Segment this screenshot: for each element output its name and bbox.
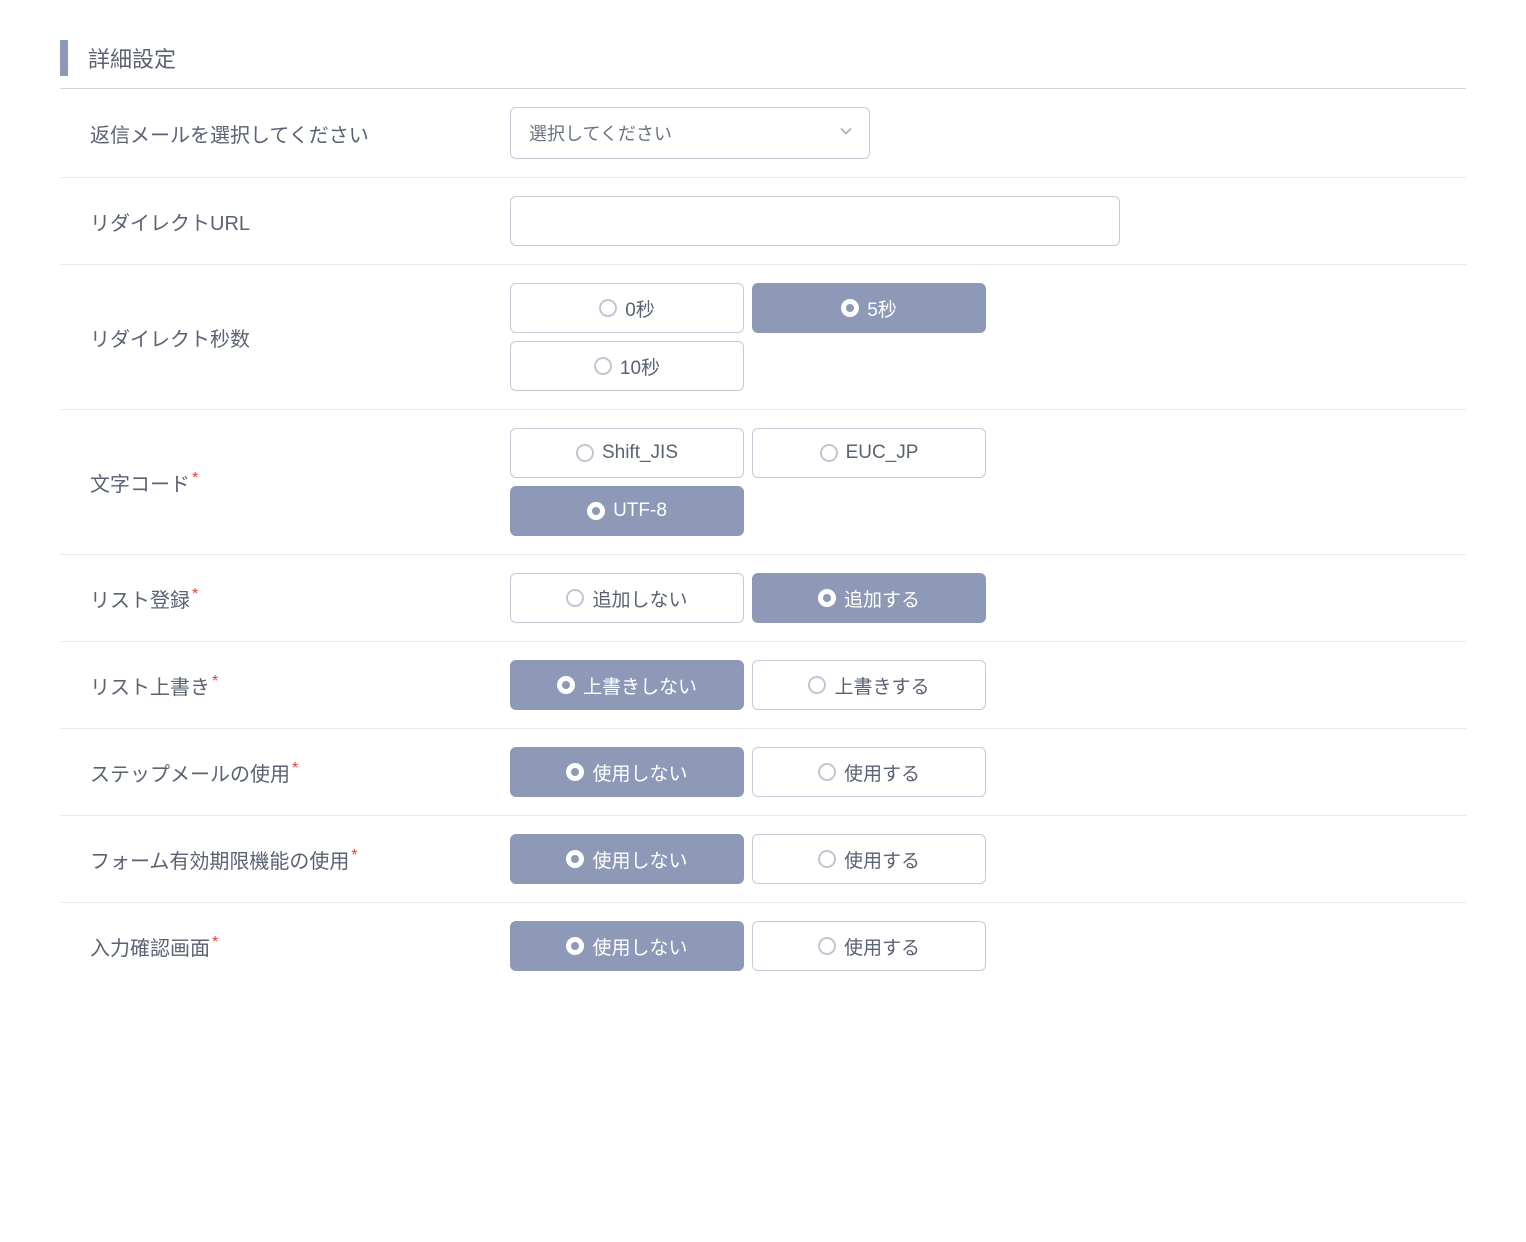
radio-charset-eucjp[interactable]: EUC_JP bbox=[752, 428, 986, 478]
radio-circle-icon bbox=[566, 937, 584, 955]
row-redirect-url: リダイレクトURL bbox=[60, 178, 1466, 265]
control-list-overwrite: 上書きしない 上書きする bbox=[510, 660, 1466, 710]
radio-label: 0秒 bbox=[625, 295, 655, 322]
label-list-register: リスト登録* bbox=[90, 584, 510, 613]
radio-form-expiry-yes[interactable]: 使用する bbox=[752, 834, 986, 884]
radio-label: 使用しない bbox=[592, 759, 687, 786]
required-mark: * bbox=[192, 470, 198, 487]
radio-group-list-overwrite: 上書きしない 上書きする bbox=[510, 660, 1010, 710]
radio-circle-icon bbox=[818, 937, 836, 955]
input-redirect-url[interactable] bbox=[510, 196, 1120, 246]
label-list-overwrite: リスト上書き* bbox=[90, 671, 510, 700]
radio-label: 使用する bbox=[844, 759, 920, 786]
control-list-register: 追加しない 追加する bbox=[510, 573, 1466, 623]
radio-group-redirect-seconds: 0秒 5秒 10秒 bbox=[510, 283, 1010, 391]
radio-group-charset: Shift_JIS EUC_JP UTF-8 bbox=[510, 428, 1010, 536]
label-input-confirm: 入力確認画面* bbox=[90, 932, 510, 961]
radio-group-list-register: 追加しない 追加する bbox=[510, 573, 1010, 623]
label-charset: 文字コード* bbox=[90, 468, 510, 497]
radio-circle-icon bbox=[808, 676, 826, 694]
radio-label: 上書きする bbox=[834, 672, 929, 699]
radio-circle-icon bbox=[818, 763, 836, 781]
select-reply-mail-placeholder: 選択してください bbox=[529, 120, 672, 146]
radio-label: UTF-8 bbox=[613, 500, 667, 522]
radio-label: 使用する bbox=[844, 846, 920, 873]
required-mark: * bbox=[212, 934, 218, 951]
section-header: 詳細設定 bbox=[60, 40, 1466, 89]
required-mark: * bbox=[351, 847, 357, 864]
label-redirect-url: リダイレクトURL bbox=[90, 207, 510, 236]
radio-circle-icon bbox=[820, 444, 838, 462]
radio-form-expiry-no[interactable]: 使用しない bbox=[510, 834, 744, 884]
control-step-mail: 使用しない 使用する bbox=[510, 747, 1466, 797]
radio-step-mail-yes[interactable]: 使用する bbox=[752, 747, 986, 797]
radio-step-mail-no[interactable]: 使用しない bbox=[510, 747, 744, 797]
label-reply-mail: 返信メールを選択してください bbox=[90, 119, 510, 148]
radio-circle-icon bbox=[599, 299, 617, 317]
row-list-overwrite: リスト上書き* 上書きしない 上書きする bbox=[60, 642, 1466, 729]
control-redirect-url bbox=[510, 196, 1466, 246]
radio-group-form-expiry: 使用しない 使用する bbox=[510, 834, 1010, 884]
radio-label: 上書きしない bbox=[583, 672, 697, 699]
control-form-expiry: 使用しない 使用する bbox=[510, 834, 1466, 884]
radio-label: 5秒 bbox=[867, 295, 897, 322]
control-reply-mail: 選択してください bbox=[510, 107, 1466, 159]
radio-circle-icon bbox=[818, 589, 836, 607]
select-reply-mail-wrapper: 選択してください bbox=[510, 107, 870, 159]
label-redirect-seconds: リダイレクト秒数 bbox=[90, 323, 510, 352]
radio-label: 使用する bbox=[844, 933, 920, 960]
row-reply-mail: 返信メールを選択してください 選択してください bbox=[60, 89, 1466, 178]
radio-circle-icon bbox=[566, 763, 584, 781]
radio-circle-icon bbox=[576, 444, 594, 462]
radio-list-overwrite-no[interactable]: 上書きしない bbox=[510, 660, 744, 710]
section-title: 詳細設定 bbox=[88, 42, 176, 74]
radio-circle-icon bbox=[566, 589, 584, 607]
required-mark: * bbox=[292, 760, 298, 777]
radio-list-overwrite-yes[interactable]: 上書きする bbox=[752, 660, 986, 710]
radio-group-step-mail: 使用しない 使用する bbox=[510, 747, 1010, 797]
radio-label: 使用しない bbox=[592, 933, 687, 960]
section-accent-bar bbox=[60, 40, 68, 76]
label-form-expiry: フォーム有効期限機能の使用* bbox=[90, 845, 510, 874]
radio-input-confirm-yes[interactable]: 使用する bbox=[752, 921, 986, 971]
radio-circle-icon bbox=[557, 676, 575, 694]
row-redirect-seconds: リダイレクト秒数 0秒 5秒 10秒 bbox=[60, 265, 1466, 410]
row-charset: 文字コード* Shift_JIS EUC_JP UTF-8 bbox=[60, 410, 1466, 555]
row-list-register: リスト登録* 追加しない 追加する bbox=[60, 555, 1466, 642]
radio-redirect-5s[interactable]: 5秒 bbox=[752, 283, 986, 333]
radio-label: Shift_JIS bbox=[602, 442, 678, 464]
radio-label: EUC_JP bbox=[846, 442, 919, 464]
row-step-mail: ステップメールの使用* 使用しない 使用する bbox=[60, 729, 1466, 816]
radio-circle-icon bbox=[594, 357, 612, 375]
label-step-mail: ステップメールの使用* bbox=[90, 758, 510, 787]
row-input-confirm: 入力確認画面* 使用しない 使用する bbox=[60, 903, 1466, 989]
radio-list-register-no[interactable]: 追加しない bbox=[510, 573, 744, 623]
radio-circle-icon bbox=[566, 850, 584, 868]
control-input-confirm: 使用しない 使用する bbox=[510, 921, 1466, 971]
radio-label: 追加する bbox=[844, 585, 920, 612]
radio-label: 追加しない bbox=[592, 585, 687, 612]
radio-redirect-0s[interactable]: 0秒 bbox=[510, 283, 744, 333]
radio-circle-icon bbox=[587, 502, 605, 520]
radio-label: 使用しない bbox=[592, 846, 687, 873]
radio-list-register-yes[interactable]: 追加する bbox=[752, 573, 986, 623]
radio-label: 10秒 bbox=[620, 353, 660, 380]
radio-input-confirm-no[interactable]: 使用しない bbox=[510, 921, 744, 971]
radio-group-input-confirm: 使用しない 使用する bbox=[510, 921, 1010, 971]
required-mark: * bbox=[212, 673, 218, 690]
select-reply-mail[interactable]: 選択してください bbox=[510, 107, 870, 159]
required-mark: * bbox=[192, 586, 198, 603]
radio-circle-icon bbox=[818, 850, 836, 868]
control-charset: Shift_JIS EUC_JP UTF-8 bbox=[510, 428, 1466, 536]
radio-charset-shiftjis[interactable]: Shift_JIS bbox=[510, 428, 744, 478]
row-form-expiry: フォーム有効期限機能の使用* 使用しない 使用する bbox=[60, 816, 1466, 903]
radio-circle-icon bbox=[841, 299, 859, 317]
radio-redirect-10s[interactable]: 10秒 bbox=[510, 341, 744, 391]
radio-charset-utf8[interactable]: UTF-8 bbox=[510, 486, 744, 536]
control-redirect-seconds: 0秒 5秒 10秒 bbox=[510, 283, 1466, 391]
